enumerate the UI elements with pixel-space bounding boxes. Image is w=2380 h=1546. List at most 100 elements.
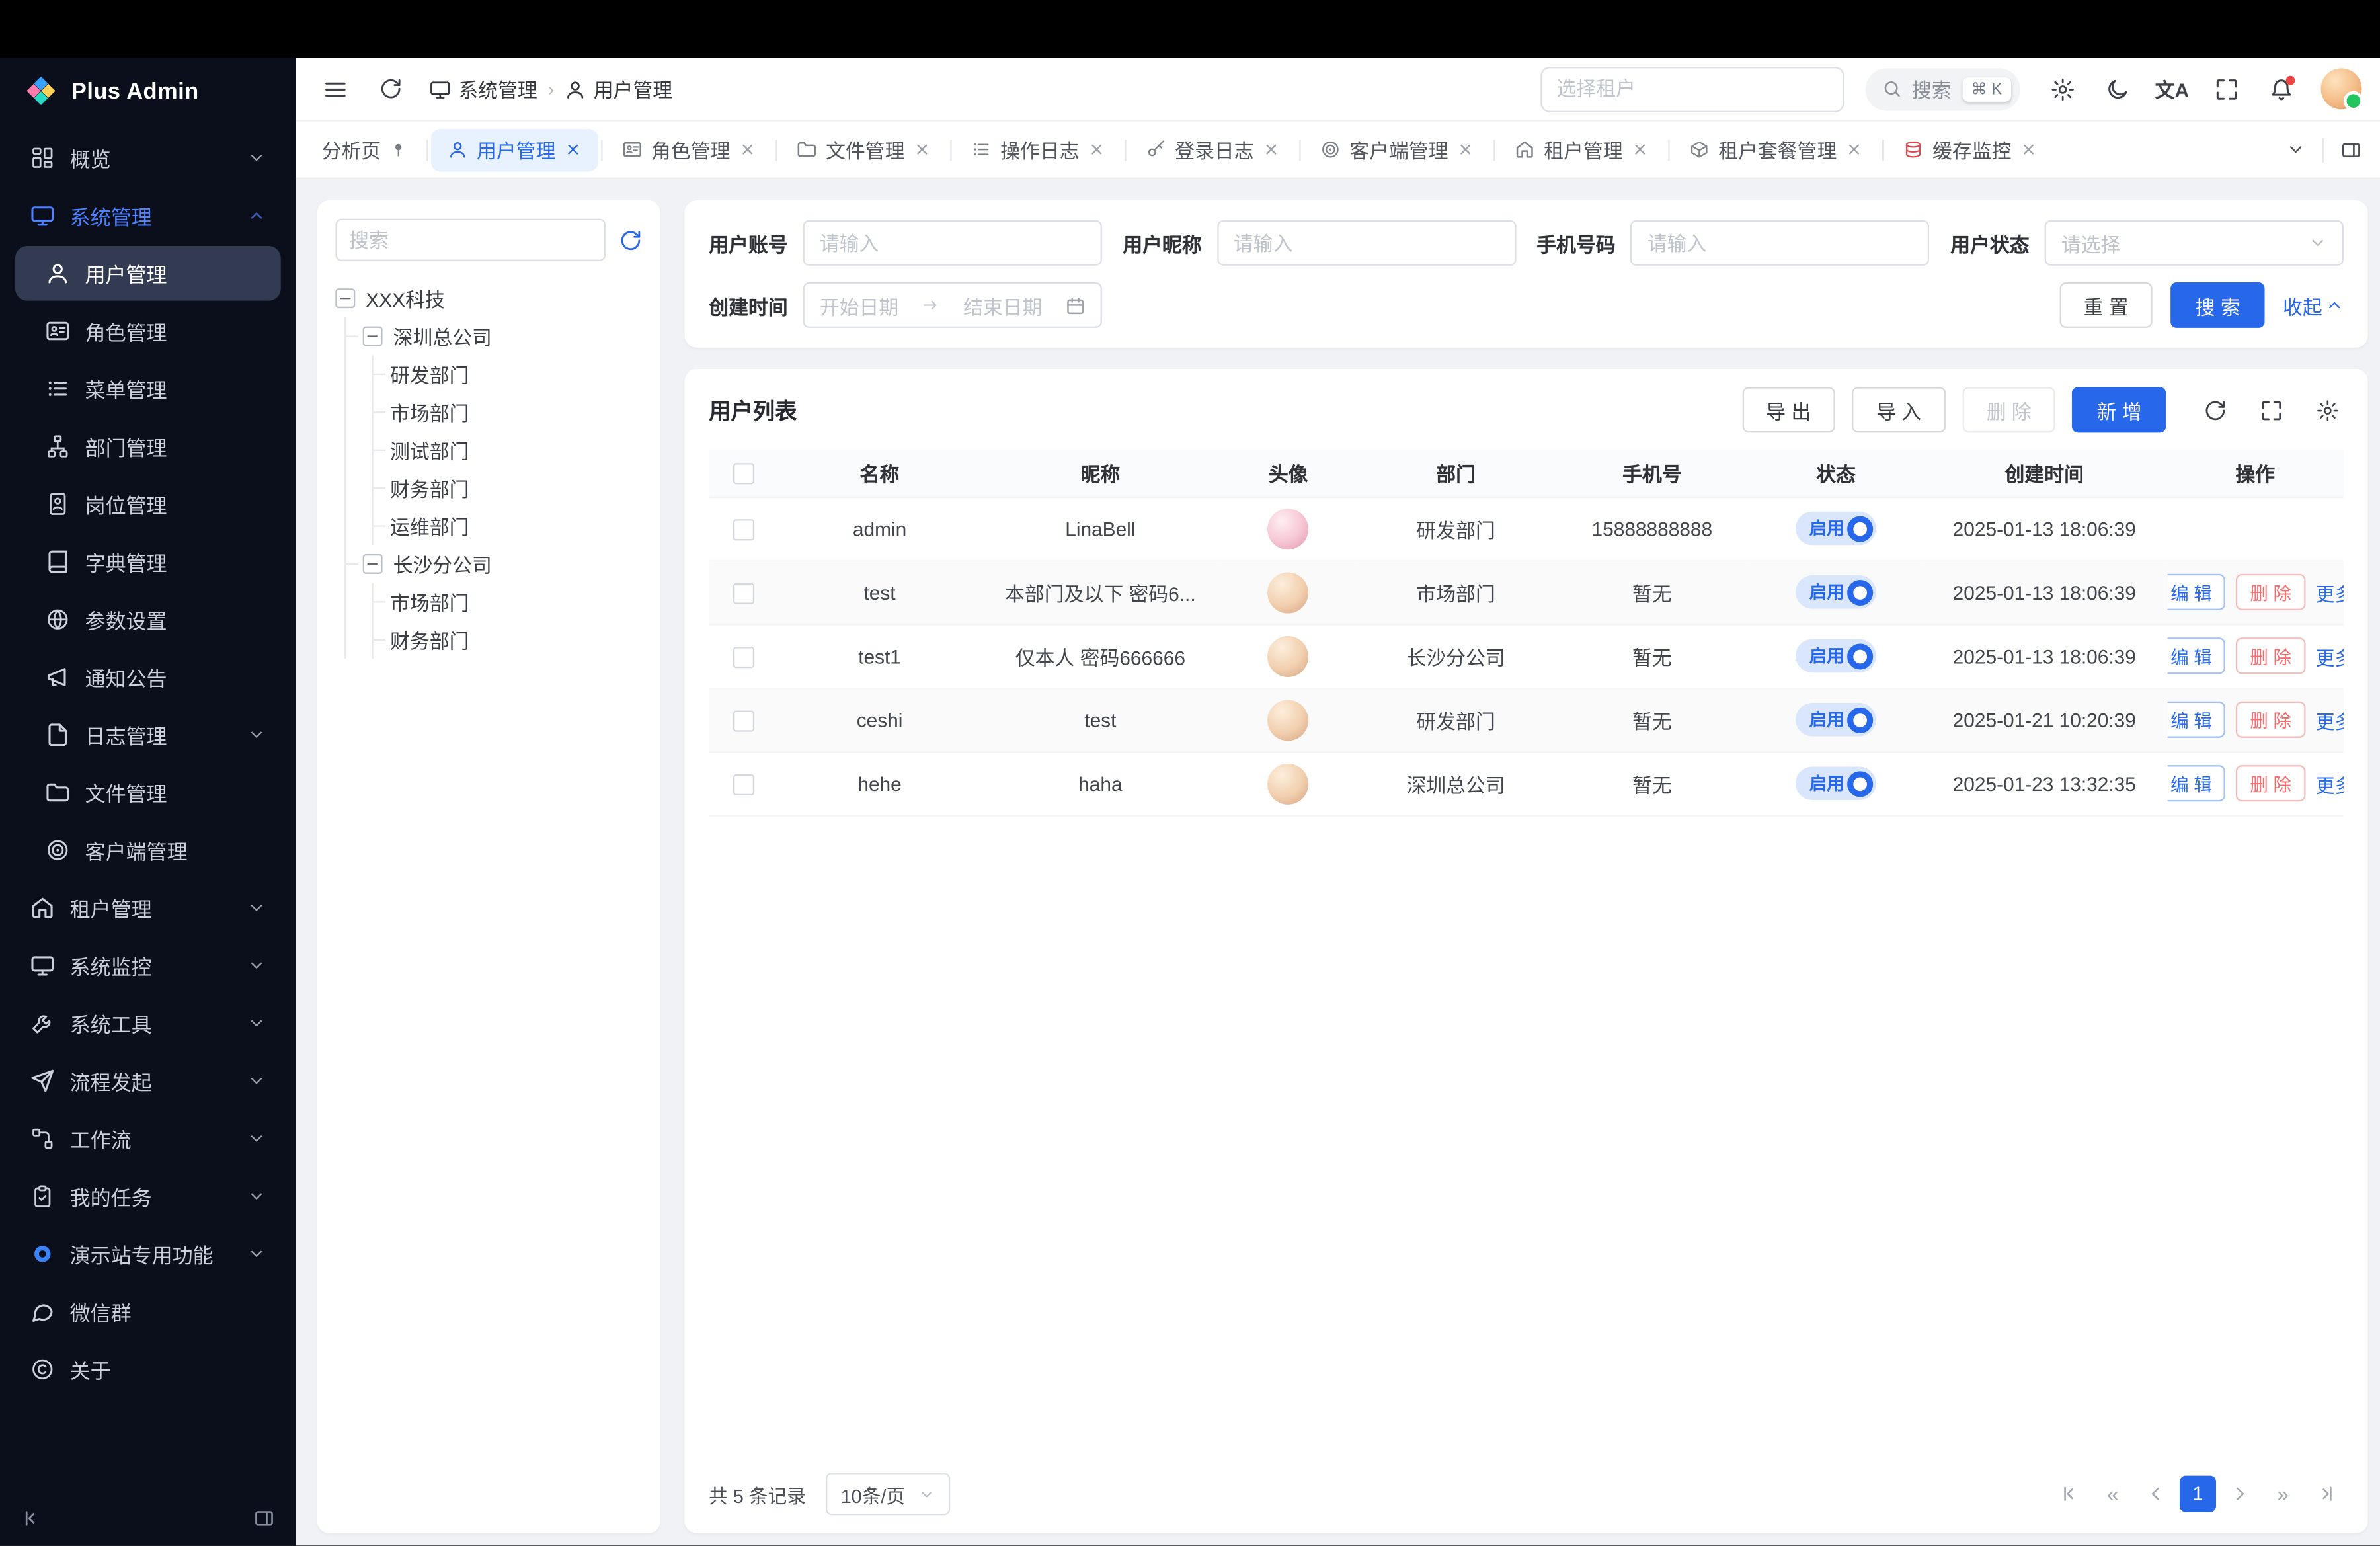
close-icon[interactable] [1846,142,1862,158]
language-button[interactable]: 文A [2151,67,2193,110]
tab-file-mgmt[interactable]: 文件管理 [780,128,947,171]
table-refresh-button[interactable] [2198,393,2231,427]
prev-page-button[interactable] [2137,1476,2174,1512]
sidebar-item-role-mgmt[interactable]: 角色管理 [15,304,281,358]
tree-node-leaf[interactable]: 研发部门 [390,355,642,393]
tab-cache-monitor[interactable]: 缓存监控 [1887,128,2054,171]
status-toggle[interactable]: 启用 [1796,639,1876,673]
sidebar-item-about[interactable]: 关于 [15,1342,281,1397]
table-settings-button[interactable] [2310,393,2344,427]
tree-collapse-toggle[interactable] [363,554,383,574]
account-input[interactable] [820,231,1086,254]
sidebar-item-overview[interactable]: 概览 [15,130,281,185]
user-avatar[interactable] [2320,68,2361,109]
more-button[interactable]: 更多 [2316,578,2344,607]
row-delete-button[interactable]: 删 除 [2237,765,2305,801]
status-toggle[interactable]: 启用 [1796,766,1876,800]
more-button[interactable]: 更多 [2316,705,2344,734]
dark-mode-toggle[interactable] [2096,67,2139,110]
date-range-picker[interactable]: 开始日期 结束日期 [803,282,1102,328]
tree-node-leaf[interactable]: 市场部门 [390,583,642,621]
row-checkbox[interactable] [733,583,754,604]
tree-node-branch[interactable]: 深圳总公司 [363,317,642,355]
current-page-button[interactable]: 1 [2180,1476,2216,1512]
tenant-select[interactable] [1540,66,1843,112]
breadcrumb-item-user[interactable]: 用户管理 [565,75,672,104]
close-icon[interactable] [1632,142,1648,158]
notifications-button[interactable] [2260,67,2303,110]
edit-button[interactable]: 编 辑 [2167,574,2226,610]
account-field[interactable] [803,220,1102,266]
tree-node-leaf[interactable]: 测试部门 [390,431,642,469]
sidebar-item-notice[interactable]: 通知公告 [15,650,281,705]
collapse-menu-button[interactable] [314,67,356,110]
tab-analysis[interactable]: 分析页 [305,128,423,171]
import-button[interactable]: 导 入 [1852,387,1945,432]
status-toggle[interactable]: 启用 [1796,575,1876,609]
sidebar-item-system-monitor[interactable]: 系统监控 [15,938,281,993]
sidebar-item-client-mgmt[interactable]: 客户端管理 [15,823,281,877]
first-page-button[interactable] [2052,1476,2088,1512]
status-toggle[interactable]: 启用 [1796,703,1876,737]
sidebar-item-dept-mgmt[interactable]: 部门管理 [15,419,281,474]
more-button[interactable]: 更多 [2316,769,2344,798]
prev-5-pages-button[interactable]: « [2094,1476,2131,1512]
tree-node-leaf[interactable]: 财务部门 [390,469,642,507]
tree-collapse-toggle[interactable] [363,327,383,346]
tab-list-dropdown-button[interactable] [2276,130,2315,169]
sidebar-item-user-mgmt[interactable]: 用户管理 [15,246,281,301]
tab-tenant-package-mgmt[interactable]: 租户套餐管理 [1673,128,1879,171]
tree-node-leaf[interactable]: 运维部门 [390,507,642,545]
row-checkbox[interactable] [733,774,754,795]
tree-search-input[interactable] [349,229,592,251]
nickname-input[interactable] [1234,231,1499,254]
page-size-select[interactable]: 10条/页 [826,1473,951,1515]
tenant-select-input[interactable] [1557,77,1827,100]
sidebar-collapse-button[interactable] [21,1508,42,1529]
phone-field[interactable] [1631,220,1930,266]
sidebar-item-workflow[interactable]: 工作流 [15,1112,281,1166]
tab-user-mgmt[interactable]: 用户管理 [431,128,598,171]
row-delete-button[interactable]: 删 除 [2237,637,2305,674]
next-5-pages-button[interactable]: » [2265,1476,2301,1512]
breadcrumb-item-system[interactable]: 系统管理 [430,75,537,104]
sidebar-item-wechat-group[interactable]: 微信群 [15,1284,281,1339]
delete-button[interactable]: 删 除 [1962,387,2055,432]
tree-node-leaf[interactable]: 市场部门 [390,393,642,431]
close-icon[interactable] [2020,142,2037,158]
pin-icon[interactable] [390,142,407,158]
row-checkbox[interactable] [733,710,754,731]
tab-operation-log[interactable]: 操作日志 [955,128,1122,171]
sidebar-item-post-mgmt[interactable]: 岗位管理 [15,477,281,532]
collapse-filters-link[interactable]: 收起 [2283,291,2344,320]
tab-role-mgmt[interactable]: 角色管理 [606,128,773,171]
tree-node-leaf[interactable]: 财务部门 [390,621,642,659]
search-button[interactable]: 搜 索 [2171,282,2264,328]
edit-button[interactable]: 编 辑 [2167,765,2226,801]
close-icon[interactable] [914,142,930,158]
tree-refresh-button[interactable] [619,229,642,251]
row-delete-button[interactable]: 删 除 [2237,574,2305,610]
edit-button[interactable]: 编 辑 [2167,637,2226,674]
refresh-page-button[interactable] [369,67,411,110]
sidebar-item-log-mgmt[interactable]: 日志管理 [15,708,281,762]
tab-layout-button[interactable] [2332,130,2371,169]
sidebar-item-my-tasks[interactable]: 我的任务 [15,1169,281,1224]
status-toggle[interactable]: 启用 [1796,512,1876,546]
reset-button[interactable]: 重 置 [2059,282,2153,328]
tree-node-branch[interactable]: 长沙分公司 [363,545,642,583]
next-page-button[interactable] [2222,1476,2258,1512]
sidebar-item-menu-mgmt[interactable]: 菜单管理 [15,361,281,416]
last-page-button[interactable] [2307,1476,2344,1512]
close-icon[interactable] [565,142,581,158]
tree-node-root[interactable]: XXX科技 [335,279,642,317]
tab-client-mgmt[interactable]: 客户端管理 [1304,128,1490,171]
table-fullscreen-button[interactable] [2254,393,2287,427]
status-select[interactable]: 请选择 [2045,220,2344,266]
more-button[interactable]: 更多 [2316,641,2344,671]
close-icon[interactable] [1263,142,1279,158]
fullscreen-button[interactable] [2205,67,2248,110]
close-icon[interactable] [1457,142,1474,158]
sidebar-item-system[interactable]: 系统管理 [15,188,281,243]
phone-input[interactable] [1647,231,1913,254]
